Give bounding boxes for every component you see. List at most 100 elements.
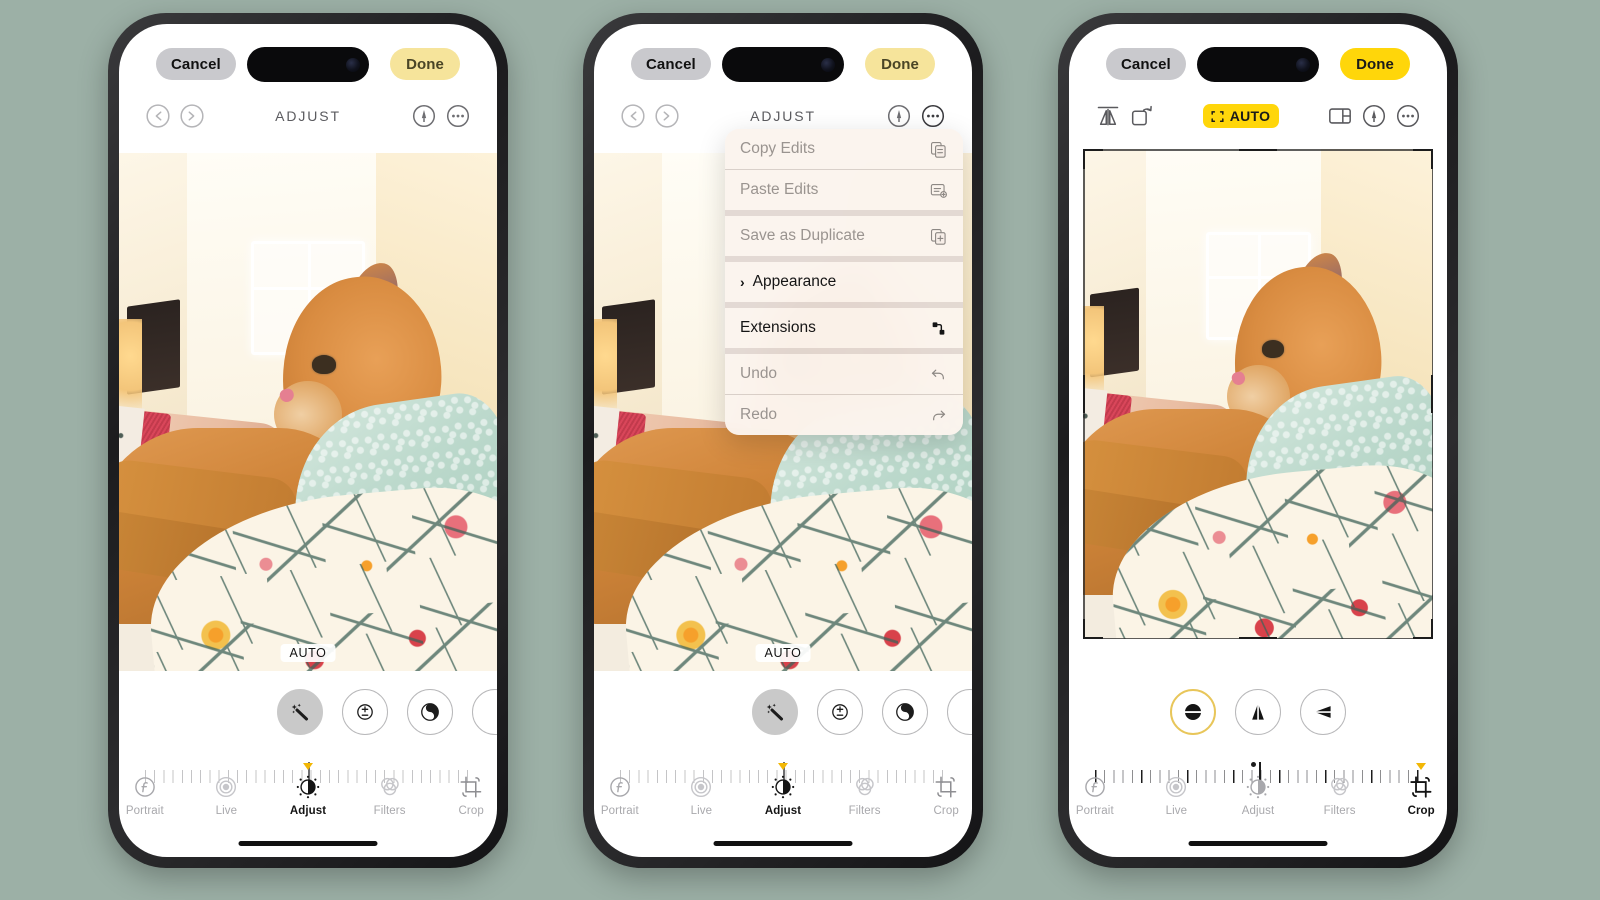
adjust-tool-exposure[interactable] [817,689,863,735]
more-options-icon[interactable] [916,99,950,133]
auto-crop-button[interactable]: AUTO [1202,104,1280,128]
redo-icon[interactable] [175,99,209,133]
tab-filters[interactable]: Filters [1314,774,1366,817]
adjust-tool-auto-enhance[interactable] [277,689,323,735]
more-options-icon[interactable] [441,99,475,133]
undo-icon[interactable] [141,99,175,133]
dynamic-island [247,47,369,82]
more-options-icon[interactable] [1391,99,1425,133]
menu-item-label: Save as Duplicate [740,227,865,244]
cancel-button[interactable]: Cancel [631,48,711,80]
duplicate-icon [926,227,948,246]
redo-icon[interactable] [650,99,684,133]
adjust-tool-auto-enhance[interactable] [752,689,798,735]
slider-origin-dot [1251,762,1257,767]
adjust-tool-brilliance[interactable] [882,689,928,735]
tab-portrait[interactable]: Portrait [1069,774,1121,817]
tab-filters[interactable]: Filters [364,774,416,817]
adjust-tool-highlights[interactable] [472,689,497,735]
extensions-icon [926,319,948,338]
tab-label: Portrait [600,805,639,817]
aspect-ratio-icon[interactable] [1323,99,1357,133]
crop-tool-horizontal-perspective[interactable] [1300,689,1346,735]
tab-adjust[interactable]: Adjust [757,763,809,817]
photo-image [1083,149,1433,639]
copy-edits-icon [926,140,948,159]
menu-item-undo[interactable]: Undo [725,354,963,394]
photo-canvas[interactable] [1083,149,1433,639]
done-button[interactable]: Done [1340,48,1410,80]
menu-item-label: Redo [740,406,778,423]
home-indicator [713,841,853,846]
done-button[interactable]: Done [390,48,460,80]
tab-label: Adjust [764,805,802,817]
tab-crop[interactable]: Crop [445,774,497,817]
menu-item-label: Extensions [740,319,816,336]
menu-item-save-as-duplicate[interactable]: Save as Duplicate [725,216,963,256]
tab-crop[interactable]: Crop [1395,763,1447,817]
tab-portrait[interactable]: Portrait [119,774,171,817]
editor-tab-bar[interactable]: Portrait Live Adjust Filters Crop [594,763,972,817]
tab-label: Live [215,805,238,817]
dynamic-island [722,47,844,82]
editor-tab-bar[interactable]: Portrait Live Adjust Filters Crop [119,763,497,817]
photo-image [119,153,497,671]
editor-mode-title: ADJUST [750,108,816,124]
cancel-button[interactable]: Cancel [1106,48,1186,80]
menu-item-label: Copy Edits [740,140,815,157]
editor-tab-bar[interactable]: Portrait Live Adjust Filters Crop [1069,763,1447,817]
menu-item-extensions[interactable]: Extensions [725,308,963,348]
paste-edits-icon [926,181,948,200]
tab-label: Portrait [125,805,164,817]
tab-live[interactable]: Live [676,774,728,817]
tab-live[interactable]: Live [201,774,253,817]
phone-adjust: AUTO Cancel Done ADJUST Portrait Live Ad… [108,13,508,868]
flip-horizontal-icon[interactable] [1091,99,1125,133]
active-tab-marker [1416,763,1427,770]
markup-icon[interactable] [1357,99,1391,133]
adjust-tool-carousel[interactable] [119,689,497,735]
undo-icon[interactable] [616,99,650,133]
auto-crop-label: AUTO [1229,108,1271,124]
active-tab-marker [303,763,313,770]
crop-tool-straighten[interactable] [1170,689,1216,735]
adjust-tool-highlights[interactable] [947,689,972,735]
menu-item-copy-edits[interactable]: Copy Edits [725,129,963,169]
dynamic-island [1197,47,1319,82]
more-options-context-menu[interactable]: Copy Edits Paste Edits Save as Duplicate… [725,129,963,435]
chevron-right-icon: › [740,274,745,290]
front-camera-icon [821,57,835,72]
photo-canvas[interactable]: AUTO [119,153,497,671]
tab-adjust[interactable]: Adjust [1232,774,1284,817]
tab-label: Filters [1323,805,1356,817]
cancel-button[interactable]: Cancel [156,48,236,80]
crop-tool-vertical-perspective[interactable] [1235,689,1281,735]
tab-live[interactable]: Live [1151,774,1203,817]
tab-filters[interactable]: Filters [839,774,891,817]
phone-menu-screen: AUTO Cancel Done ADJUST Copy Edits Paste… [594,24,972,857]
redo-arrow-icon [926,406,948,425]
home-indicator [1188,841,1328,846]
phone-menu: AUTO Cancel Done ADJUST Copy Edits Paste… [583,13,983,868]
adjust-tool-brilliance[interactable] [407,689,453,735]
front-camera-icon [1296,57,1310,72]
tab-label: Crop [458,805,484,817]
adjust-tool-carousel[interactable] [594,689,972,735]
adjust-tool-exposure[interactable] [342,689,388,735]
markup-icon[interactable] [407,99,441,133]
done-button[interactable]: Done [865,48,935,80]
front-camera-icon [346,57,360,72]
auto-badge-overlay: AUTO [755,644,811,662]
tab-label: Filters [848,805,881,817]
rotate-icon[interactable] [1125,99,1159,133]
active-tab-marker [778,763,788,770]
menu-item-paste-edits[interactable]: Paste Edits [725,170,963,210]
tab-portrait[interactable]: Portrait [594,774,646,817]
menu-item-appearance[interactable]: › Appearance [725,262,963,302]
menu-item-redo[interactable]: Redo [725,395,963,435]
home-indicator [238,841,378,846]
crop-tool-carousel[interactable] [1069,689,1447,735]
tab-crop[interactable]: Crop [920,774,972,817]
markup-icon[interactable] [882,99,916,133]
tab-adjust[interactable]: Adjust [282,763,334,817]
